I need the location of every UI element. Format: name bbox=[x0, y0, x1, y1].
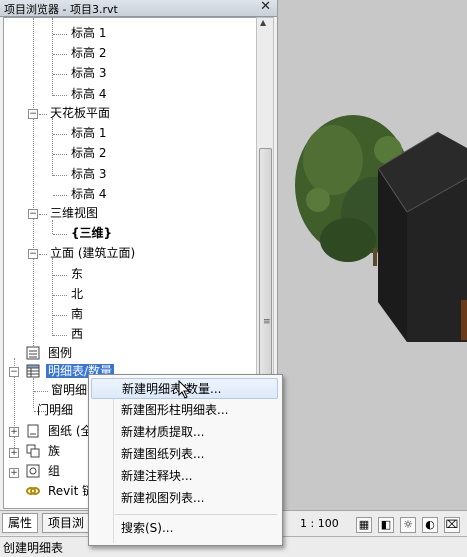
mouse-cursor-icon bbox=[178, 379, 192, 404]
tree-item-level[interactable]: 标高 3 bbox=[69, 165, 108, 183]
tree-item-legends[interactable]: 图例 bbox=[46, 344, 74, 362]
detail-level-icon[interactable]: ▦ bbox=[356, 517, 372, 533]
sun-path-icon[interactable]: ☼ bbox=[400, 517, 416, 533]
tree-item-families[interactable]: 族 bbox=[46, 442, 62, 460]
menu-separator bbox=[115, 514, 277, 515]
tree-line bbox=[52, 258, 53, 336]
tree-item-schedule[interactable]: 门明细 bbox=[35, 401, 75, 419]
tree-item-elevation[interactable]: 南 bbox=[69, 305, 85, 323]
close-icon[interactable]: ✕ bbox=[260, 0, 271, 14]
tree-line bbox=[52, 18, 53, 96]
collapse-icon[interactable]: − bbox=[28, 109, 38, 119]
tree-item-level[interactable]: 标高 3 bbox=[69, 64, 108, 82]
tree-item-elevation[interactable]: 北 bbox=[69, 285, 85, 303]
menu-item-new-sheet-list[interactable]: 新建图纸列表... bbox=[91, 444, 278, 465]
collapse-icon[interactable]: − bbox=[28, 249, 38, 259]
browser-title: 项目浏览器 - 项目3.rvt bbox=[4, 3, 118, 16]
expand-icon[interactable]: + bbox=[9, 448, 19, 458]
building-model bbox=[377, 131, 467, 342]
tree-item-level[interactable]: 标高 2 bbox=[69, 144, 108, 162]
tree-item-elevation[interactable]: 东 bbox=[69, 265, 85, 283]
view-scale[interactable]: 1 : 100 bbox=[300, 517, 339, 530]
grip-icon: ≡ bbox=[263, 317, 271, 327]
view-control-bar: 1 : 100 ▦ ◧ ☼ ◐ ⌧ bbox=[278, 510, 467, 537]
crop-view-icon[interactable]: ⌧ bbox=[444, 517, 460, 533]
tree-item-level[interactable]: 标高 1 bbox=[69, 24, 108, 42]
expand-icon[interactable]: + bbox=[9, 427, 19, 437]
tree-item-ceiling-plans[interactable]: 天花板平面 bbox=[48, 104, 112, 122]
tree-item-elevation[interactable]: 西 bbox=[69, 325, 85, 343]
tree-item-elevations[interactable]: 立面 (建筑立面) bbox=[48, 244, 137, 262]
shadows-icon[interactable]: ◐ bbox=[422, 517, 438, 533]
tree-item-level[interactable]: 标高 4 bbox=[69, 185, 108, 203]
sheet-icon bbox=[26, 424, 40, 438]
expand-icon[interactable]: + bbox=[9, 468, 19, 478]
tree-item-level[interactable]: 标高 1 bbox=[69, 124, 108, 142]
family-icon bbox=[26, 444, 40, 458]
collapse-icon[interactable]: − bbox=[9, 367, 19, 377]
tree-item-level[interactable]: 标高 4 bbox=[69, 85, 108, 103]
menu-item-new-note-block[interactable]: 新建注释块... bbox=[91, 466, 278, 487]
status-text: 创建明细表 bbox=[3, 541, 64, 555]
group-icon bbox=[26, 464, 40, 478]
schedule-icon bbox=[26, 364, 40, 378]
tree-line bbox=[52, 118, 53, 176]
scroll-up-icon[interactable]: ▲ bbox=[260, 18, 266, 27]
menu-item-new-material-takeoff[interactable]: 新建材质提取... bbox=[91, 422, 278, 443]
tree-item-level[interactable]: 标高 2 bbox=[69, 44, 108, 62]
collapse-icon[interactable]: − bbox=[28, 209, 38, 219]
3d-scene bbox=[295, 115, 467, 342]
link-icon bbox=[26, 484, 40, 498]
tree-item-3d-default[interactable]: {三维} bbox=[69, 224, 114, 242]
visual-style-icon[interactable]: ◧ bbox=[378, 517, 394, 533]
menu-item-search[interactable]: 搜索(S)... bbox=[91, 518, 278, 539]
legend-icon bbox=[26, 346, 40, 360]
menu-item-new-view-list[interactable]: 新建视图列表... bbox=[91, 488, 278, 509]
tree-item-groups[interactable]: 组 bbox=[46, 462, 62, 480]
tab-properties[interactable]: 属性 bbox=[2, 513, 39, 533]
browser-titlebar: 项目浏览器 - 项目3.rvt ✕ bbox=[0, 0, 277, 17]
tree-line bbox=[33, 18, 34, 358]
3d-viewport[interactable] bbox=[278, 0, 467, 510]
tree-item-3d-views[interactable]: 三维视图 bbox=[48, 204, 100, 222]
tree-item-schedule[interactable]: 窗明细 bbox=[49, 381, 89, 399]
tab-project-browser[interactable]: 项目浏 bbox=[42, 513, 91, 533]
